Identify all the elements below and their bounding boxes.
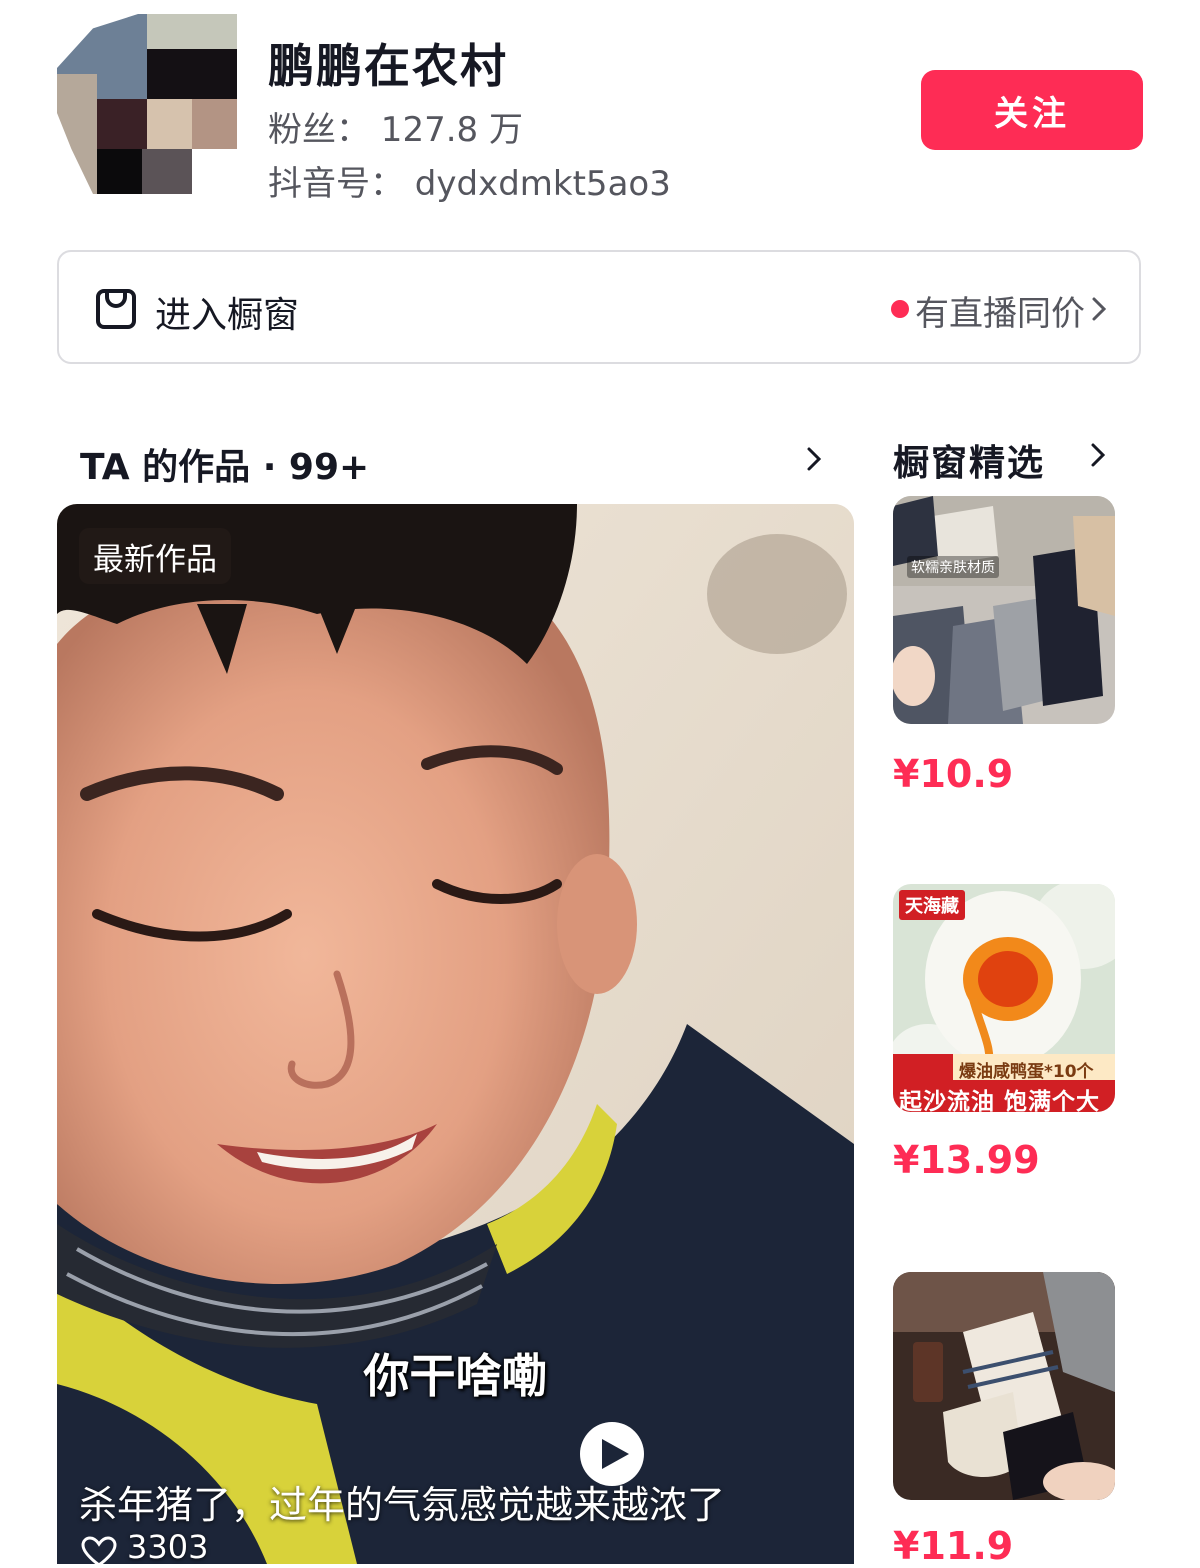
like-count: 3303 xyxy=(127,1528,209,1564)
avatar[interactable] xyxy=(57,14,237,194)
avatar-mosaic-cell xyxy=(97,149,142,194)
product-tag: 爆油咸鸭蛋*10个 xyxy=(959,1062,1094,1082)
product-thumbnail-patterned-socks[interactable] xyxy=(893,1272,1115,1500)
product-tag: 起沙流油 饱满个大 xyxy=(899,1089,1101,1112)
product-thumbnail-socks[interactable]: 软糯亲肤材质 xyxy=(893,496,1115,724)
avatar-mosaic-cell xyxy=(57,74,97,194)
product-image xyxy=(893,1272,1115,1500)
profile-name: 鹏鹏在农村 xyxy=(268,39,508,93)
chevron-right-icon xyxy=(1092,297,1107,321)
latest-work-badge: 最新作品 xyxy=(79,528,231,584)
avatar-mosaic-cell xyxy=(192,99,237,149)
avatar-mosaic-cell xyxy=(147,49,237,99)
works-section-title[interactable]: TA 的作品 · 99+ xyxy=(80,438,369,490)
avatar-mosaic-cell xyxy=(97,99,147,149)
latest-video-card[interactable]: 最新作品 你干啥嘞 杀年猪了，过年的气氛感觉越来越浓了 3303 xyxy=(57,504,854,1564)
showcase-picks-title[interactable]: 橱窗精选 xyxy=(893,434,1045,486)
fans-count: 粉丝： 127.8 万 xyxy=(268,110,523,150)
product-thumbnail-duck-eggs[interactable]: 天海藏 爆油咸鸭蛋*10个 起沙流油 饱满个大 xyxy=(893,884,1115,1112)
live-indicator-dot xyxy=(891,300,909,318)
follow-button[interactable]: 关注 xyxy=(921,70,1143,150)
product-price[interactable]: ¥10.9 xyxy=(893,752,1013,796)
heart-icon xyxy=(81,1536,117,1564)
chevron-right-icon[interactable] xyxy=(806,446,822,472)
shopping-bag-icon xyxy=(96,289,136,329)
video-subtitle: 你干啥嘞 xyxy=(363,1349,548,1403)
product-price[interactable]: ¥11.9 xyxy=(893,1524,1013,1568)
showcase-label: 进入橱窗 xyxy=(155,295,300,336)
product-image xyxy=(893,496,1115,724)
video-description: 杀年猪了，过年的气氛感觉越来越浓了 xyxy=(79,1483,726,1527)
avatar-mosaic-cell xyxy=(147,99,192,149)
product-price[interactable]: ¥13.99 xyxy=(893,1138,1040,1182)
live-price-text: 有直播同价 xyxy=(915,294,1085,334)
chevron-right-icon[interactable] xyxy=(1090,442,1106,468)
product-tag: 软糯亲肤材质 xyxy=(907,556,999,578)
avatar-mosaic-cell xyxy=(147,14,237,49)
brand-badge: 天海藏 xyxy=(899,890,965,920)
avatar-mosaic-cell xyxy=(192,149,237,194)
avatar-mosaic-cell xyxy=(142,149,192,194)
showcase-entry[interactable]: 进入橱窗 有直播同价 xyxy=(57,250,1141,364)
douyin-id: 抖音号： dydxdmkt5ao3 xyxy=(268,164,671,204)
